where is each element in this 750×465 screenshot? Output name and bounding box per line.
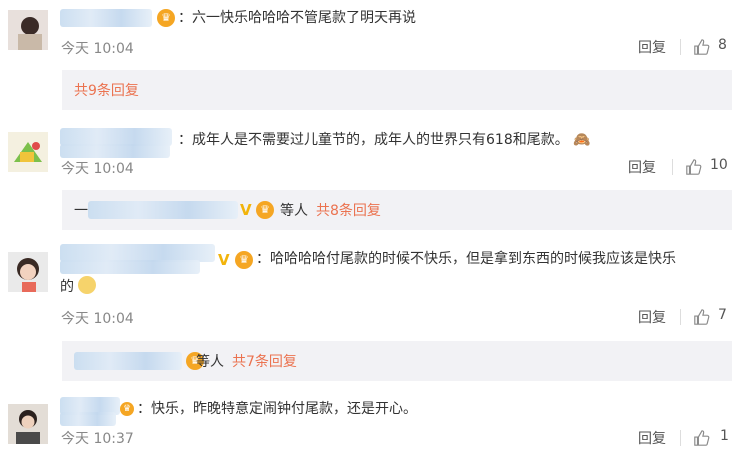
member-badge-icon: ♛ <box>256 201 274 219</box>
verified-v-icon: V <box>218 251 230 269</box>
member-badge-icon: ♛ <box>157 9 175 27</box>
avatar[interactable] <box>8 132 48 172</box>
reply-button[interactable]: 回复 <box>638 37 666 57</box>
comment-time: 今天 10:37 <box>61 431 134 447</box>
sub-reply-user-prefix: 一 <box>74 203 88 219</box>
verified-v-icon: V <box>240 201 252 219</box>
comment-time: 今天 10:04 <box>61 41 134 57</box>
reply-button[interactable]: 回复 <box>628 157 656 177</box>
divider <box>672 159 673 175</box>
comment-time: 今天 10:04 <box>61 161 134 177</box>
thumbs-up-icon[interactable] <box>693 429 711 447</box>
avatar-image <box>8 404 48 444</box>
comment-3: V ♛ ：哈哈哈哈付尾款的时候不快乐，但是拿到东西的时候我应该是快乐 的 今天 … <box>0 240 750 390</box>
divider <box>680 309 681 325</box>
sub-reply-username-redacted[interactable] <box>74 352 182 370</box>
cat-emoji-icon <box>78 276 97 294</box>
view-replies-link[interactable]: 共7条回复 <box>232 351 297 371</box>
like-count: 8 <box>718 37 727 53</box>
username-redacted-2[interactable] <box>60 144 170 158</box>
divider <box>680 39 681 55</box>
comment-2: ：成年人是不需要过儿童节的，成年人的世界只有618和尾款。 🙈 今天 10:04… <box>0 122 750 240</box>
monkey-emoji-icon: 🙈 <box>573 132 591 148</box>
thumbs-up-icon[interactable] <box>693 308 711 326</box>
reply-button[interactable]: 回复 <box>638 428 666 448</box>
thumbs-up-icon[interactable] <box>693 38 711 56</box>
view-replies-link[interactable]: 共8条回复 <box>316 200 381 220</box>
comment-text-body-2: 的 <box>60 279 74 295</box>
sub-reply-others: 等人 <box>280 203 308 219</box>
comment-text-line2: 的 <box>60 276 97 298</box>
comment-text-body: ：成年人是不需要过儿童节的，成年人的世界只有618和尾款。 <box>178 132 569 148</box>
view-replies-link[interactable]: 共9条回复 <box>74 80 139 100</box>
thumbs-up-icon[interactable] <box>685 158 703 176</box>
avatar[interactable] <box>8 252 48 292</box>
reply-button[interactable]: 回复 <box>638 307 666 327</box>
sub-reply-summary[interactable]: 一 V ♛ 等人 共8条回复 <box>62 190 732 230</box>
avatar-image <box>8 132 48 172</box>
username-redacted[interactable] <box>60 9 152 27</box>
avatar[interactable] <box>8 10 48 50</box>
sub-reply-others: 等人 <box>196 354 224 370</box>
comment-text-line1: ：哈哈哈哈付尾款的时候不快乐，但是拿到东西的时候我应该是快乐 <box>256 251 676 267</box>
member-badge-icon: ♛ <box>120 402 134 416</box>
comment-text: ：成年人是不需要过儿童节的，成年人的世界只有618和尾款。 🙈 <box>178 129 591 151</box>
comment-4: ♛ ：快乐，昨晚特意定闹钟付尾款，还是开心。 今天 10:37 回复 1 <box>0 392 750 465</box>
avatar[interactable] <box>8 404 48 444</box>
like-count: 10 <box>710 157 728 173</box>
member-badge-icon: ♛ <box>235 251 253 269</box>
sub-reply-username-redacted[interactable] <box>88 201 238 219</box>
like-count: 1 <box>720 428 729 444</box>
divider <box>680 430 681 446</box>
like-count: 7 <box>718 307 727 323</box>
username-redacted-2[interactable] <box>60 412 116 426</box>
avatar-image <box>8 10 48 50</box>
avatar-image <box>8 252 48 292</box>
sub-reply-summary[interactable]: ♛ 等人 共7条回复 <box>62 341 732 381</box>
username-redacted-2[interactable] <box>60 260 200 274</box>
comment-1: ♛ ：六一快乐哈哈哈不管尾款了明天再说 今天 10:04 回复 8 共9条回复 <box>0 0 750 120</box>
comment-text-body: 哈哈哈哈付尾款的时候不快乐，但是拿到东西的时候我应该是快乐 <box>270 251 676 267</box>
sub-reply-summary[interactable]: 共9条回复 <box>62 70 732 110</box>
comment-text: ：快乐，昨晚特意定闹钟付尾款，还是开心。 <box>137 401 417 417</box>
comment-time: 今天 10:04 <box>61 311 134 327</box>
comment-text: ：六一快乐哈哈哈不管尾款了明天再说 <box>178 10 416 26</box>
